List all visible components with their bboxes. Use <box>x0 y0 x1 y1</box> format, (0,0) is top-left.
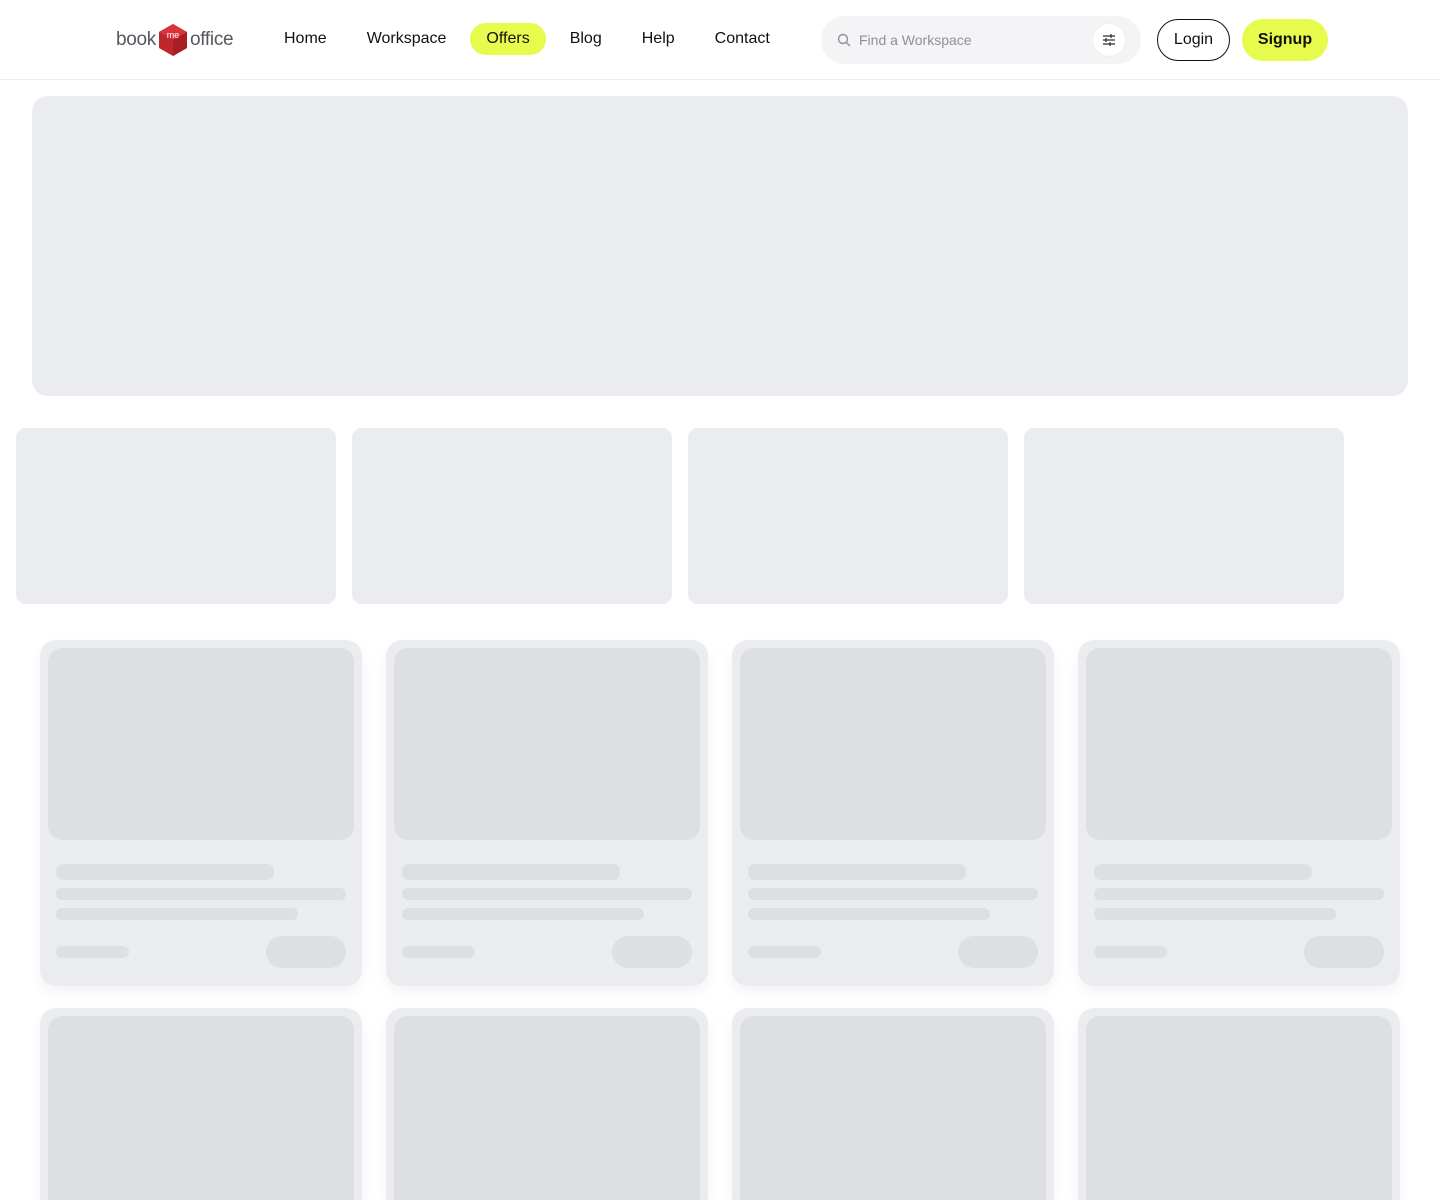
card-button-skeleton <box>612 936 692 968</box>
card-button-skeleton <box>266 936 346 968</box>
cube-logo-icon: me <box>159 24 188 56</box>
nav-blog[interactable]: Blog <box>554 23 618 55</box>
card-image-skeleton <box>48 1016 354 1200</box>
sliders-icon <box>1103 34 1115 46</box>
listing-card-skeleton <box>386 1008 708 1200</box>
card-image-skeleton <box>1086 1016 1392 1200</box>
card-image-skeleton <box>394 1016 700 1200</box>
nav-home[interactable]: Home <box>268 23 343 55</box>
listing-card-skeleton <box>732 640 1054 986</box>
listing-card-skeleton <box>386 640 708 986</box>
card-title-skeleton <box>56 864 274 880</box>
card-image-skeleton <box>48 648 354 840</box>
card-text-skeleton <box>402 888 692 900</box>
card-price-skeleton <box>56 946 129 958</box>
category-card-skeleton <box>16 428 336 604</box>
listing-card-skeleton <box>40 1008 362 1200</box>
main-nav: Home Workspace Offers Blog Help Contact <box>268 22 794 56</box>
card-text-skeleton <box>1094 888 1384 900</box>
search-input[interactable] <box>859 32 1079 48</box>
card-text-skeleton <box>56 908 298 920</box>
card-image-skeleton <box>1086 648 1392 840</box>
card-text-skeleton <box>748 888 1038 900</box>
site-header: book me office Home Workspace Offers Blo… <box>0 0 1440 80</box>
hero-banner-skeleton <box>32 96 1408 396</box>
logo-word-me: me <box>167 30 180 40</box>
card-text-skeleton <box>56 888 346 900</box>
category-card-skeleton <box>688 428 1008 604</box>
nav-help[interactable]: Help <box>626 23 691 55</box>
listing-card-skeleton <box>1078 1008 1400 1200</box>
logo-word-office: office <box>190 29 234 50</box>
brand-logo[interactable]: book me office <box>116 22 234 58</box>
search-icon <box>837 33 851 47</box>
nav-workspace[interactable]: Workspace <box>351 23 463 55</box>
card-text-skeleton <box>402 908 644 920</box>
card-price-skeleton <box>748 946 821 958</box>
card-image-skeleton <box>394 648 700 840</box>
category-card-skeleton <box>352 428 672 604</box>
card-price-skeleton <box>402 946 475 958</box>
card-button-skeleton <box>1304 936 1384 968</box>
card-image-skeleton <box>740 648 1046 840</box>
login-button[interactable]: Login <box>1157 19 1230 61</box>
category-card-skeleton <box>1024 428 1344 604</box>
listing-card-skeleton <box>732 1008 1054 1200</box>
listing-card-skeleton <box>1078 640 1400 986</box>
nav-contact[interactable]: Contact <box>699 23 786 55</box>
card-text-skeleton <box>748 908 990 920</box>
logo-word-book: book <box>116 29 157 50</box>
filter-button[interactable] <box>1093 24 1125 56</box>
card-price-skeleton <box>1094 946 1167 958</box>
card-image-skeleton <box>740 1016 1046 1200</box>
card-text-skeleton <box>1094 908 1336 920</box>
card-button-skeleton <box>958 936 1038 968</box>
card-title-skeleton <box>402 864 620 880</box>
card-title-skeleton <box>1094 864 1312 880</box>
search-bar <box>821 16 1141 64</box>
signup-button[interactable]: Signup <box>1242 19 1328 61</box>
card-title-skeleton <box>748 864 966 880</box>
listing-card-skeleton <box>40 640 362 986</box>
nav-offers[interactable]: Offers <box>470 23 546 55</box>
